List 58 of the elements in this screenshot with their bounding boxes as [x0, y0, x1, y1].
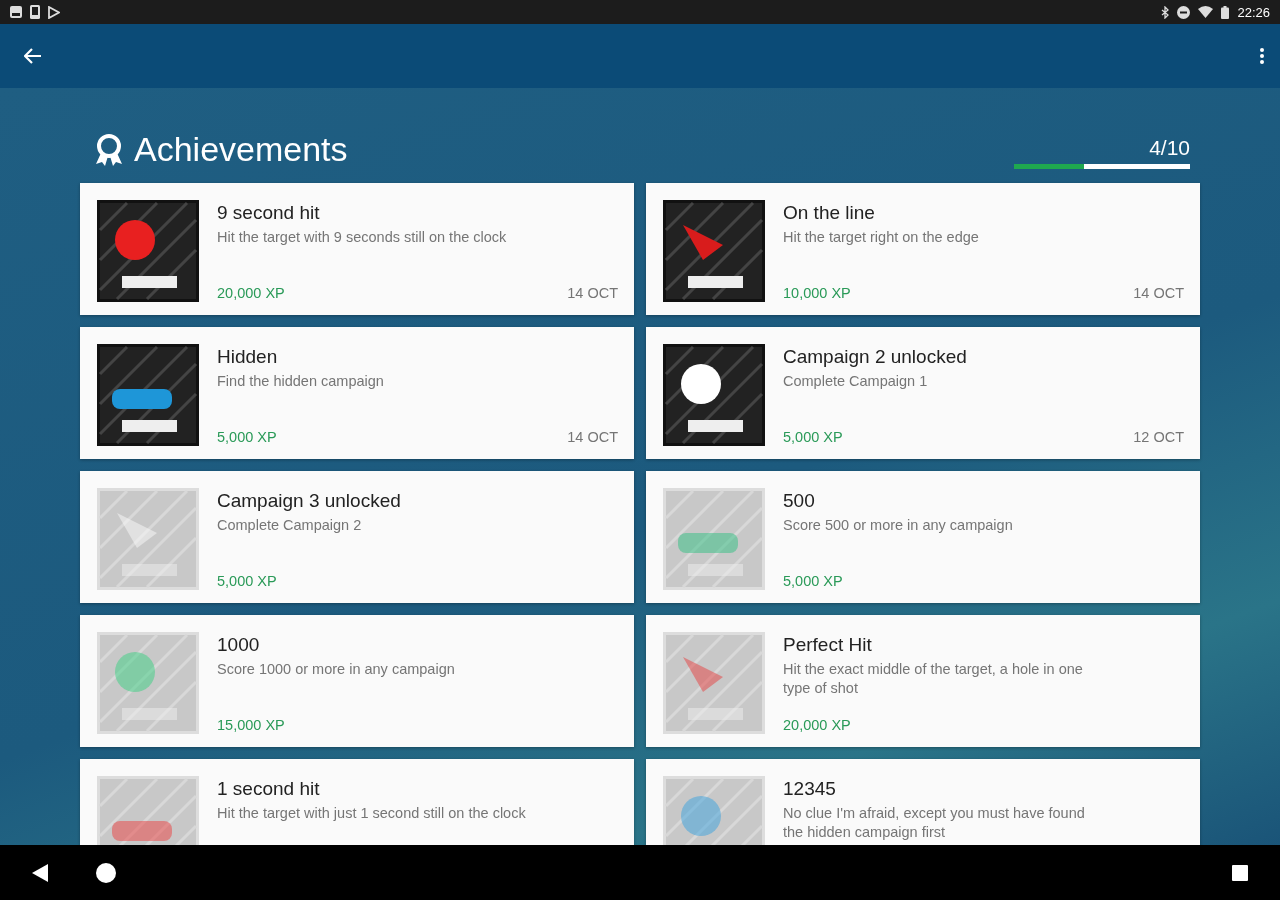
image-icon — [10, 6, 22, 18]
xp-reward: 20,000 XP — [783, 717, 851, 733]
award-ribbon-icon — [94, 133, 124, 166]
achievement-card[interactable]: 9 second hit Hit the target with 9 seconds still on the clock 20,000 XP 14 OCT — [80, 183, 634, 315]
achievement-description: Hit the target with 9 seconds still on the clock — [217, 228, 508, 247]
achievement-title: 1 second hit — [217, 778, 321, 800]
clock: 22:26 — [1237, 4, 1270, 20]
recents-icon[interactable] — [1232, 864, 1248, 881]
achievement-card[interactable]: On the line Hit the target right on the edge 10,000 XP 14 OCT — [646, 183, 1200, 315]
achievement-card[interactable]: 1000 Score 1000 or more in any campaign 15,000 XP — [80, 615, 634, 747]
do-not-disturb-icon — [1177, 5, 1191, 19]
bluetooth-icon — [1161, 5, 1170, 19]
unlock-date: 14 OCT — [567, 285, 618, 301]
xp-reward: 20,000 XP — [217, 285, 285, 301]
achievement-card[interactable]: 12345 No clue I'm afraid, except you must have found the hidden campaign first — [646, 759, 1200, 845]
achievement-description: No clue I'm afraid, except you must have found the hidden campaign first — [783, 804, 1086, 842]
achievement-description: Find the hidden campaign — [217, 372, 385, 391]
achievement-card[interactable]: Hidden Find the hidden campaign 5,000 XP 14 OCT — [80, 327, 634, 459]
xp-reward: 10,000 XP — [783, 285, 851, 301]
xp-reward: 5,000 XP — [783, 429, 843, 445]
achievement-title: Campaign 3 unlocked — [217, 490, 402, 512]
unlock-date: 14 OCT — [1133, 285, 1184, 301]
achievement-title: Campaign 2 unlocked — [783, 346, 968, 368]
battery-icon — [1221, 5, 1230, 19]
more-options-icon[interactable] — [1260, 48, 1264, 64]
achievement-title: On the line — [783, 202, 876, 224]
achievement-description: Hit the target right on the edge — [783, 228, 980, 247]
xp-reward: 5,000 XP — [783, 573, 843, 589]
home-icon[interactable] — [96, 862, 116, 883]
achievement-card[interactable]: 1 second hit Hit the target with just 1 second still on the clock — [80, 759, 634, 845]
achievement-description: Score 1000 or more in any campaign — [217, 660, 456, 679]
wifi-icon — [1198, 6, 1214, 18]
achievement-card[interactable]: Perfect Hit Hit the exact middle of the target, a hole in one type of shot 20,000 XP — [646, 615, 1200, 747]
achievement-title: 12345 — [783, 778, 837, 800]
back-arrow-icon[interactable] — [24, 48, 42, 64]
play-store-icon — [48, 5, 60, 19]
progress-count: 4/10 — [1149, 136, 1190, 160]
achievement-title: 9 second hit — [217, 202, 321, 224]
achievement-description: Hit the exact middle of the target, a hole in one type of shot — [783, 660, 1084, 698]
achievement-title: 1000 — [217, 634, 261, 656]
achievement-description: Score 500 or more in any campaign — [783, 516, 1014, 535]
achievement-title: Hidden — [217, 346, 279, 368]
achievement-description: Complete Campaign 1 — [783, 372, 929, 391]
achievement-title: 500 — [783, 490, 816, 512]
achievement-description: Hit the target with just 1 second still on the clock — [217, 804, 527, 823]
achievement-card[interactable]: Campaign 3 unlocked Complete Campaign 2 5,000 XP — [80, 471, 634, 603]
back-icon[interactable] — [32, 863, 48, 882]
achievement-card[interactable]: 500 Score 500 or more in any campaign 5,000 XP — [646, 471, 1200, 603]
xp-reward: 5,000 XP — [217, 573, 277, 589]
phone-icon — [30, 5, 40, 19]
xp-reward: 15,000 XP — [217, 717, 285, 733]
unlock-date: 12 OCT — [1133, 429, 1184, 445]
achievement-title: Perfect Hit — [783, 634, 873, 656]
xp-reward: 5,000 XP — [217, 429, 277, 445]
achievement-card[interactable]: Campaign 2 unlocked Complete Campaign 1 5,000 XP 12 OCT — [646, 327, 1200, 459]
achievement-description: Complete Campaign 2 — [217, 516, 363, 535]
unlock-date: 14 OCT — [567, 429, 618, 445]
page-title: Achievements — [134, 130, 348, 169]
